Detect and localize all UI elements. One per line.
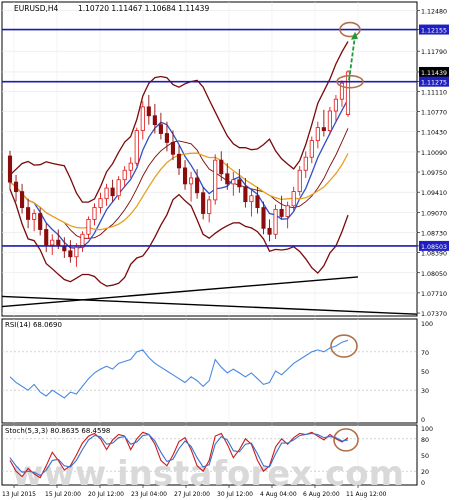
price-tick-label: 1.09070	[421, 210, 447, 217]
stoch-tick-label: 50	[421, 453, 429, 460]
price-tick-label: 1.11110	[421, 89, 447, 96]
rsi-label: RSI(14) 68.0690	[5, 321, 62, 329]
candle-body	[297, 169, 302, 192]
candle-body	[170, 142, 176, 155]
price-tick-label: 1.11439	[421, 70, 447, 77]
candle-body	[303, 156, 308, 171]
stoch-tick-label: 80	[421, 437, 429, 444]
stoch-tick-label: 0	[421, 480, 425, 487]
price-tick-label: 1.10770	[421, 110, 447, 117]
candle-body	[152, 115, 157, 126]
candle-body	[134, 130, 139, 164]
candle-body	[158, 124, 163, 134]
x-tick-label: 30 Jul 12:00	[217, 491, 253, 498]
candle-body	[237, 179, 242, 188]
candle-body	[207, 199, 212, 214]
candle-body	[122, 169, 127, 181]
ohlc-label: 1.10720 1.11467 1.10684 1.11439	[78, 4, 209, 13]
candle-body	[255, 195, 260, 208]
x-tick-label: 11 Aug 12:00	[346, 491, 387, 498]
price-tick-label: 1.12155	[421, 28, 447, 35]
price-tick-label: 1.09750	[421, 170, 447, 177]
stoch-tick-label: 100	[421, 426, 433, 433]
candle-body	[333, 98, 338, 112]
candle-body	[92, 207, 97, 220]
candle-body	[309, 140, 314, 158]
candle-body	[279, 208, 284, 217]
candle-body	[32, 213, 37, 220]
x-tick-label: 27 Jul 20:00	[174, 491, 210, 498]
x-tick-label: 23 Jul 04:00	[131, 491, 167, 498]
x-tick-label: 20 Jul 12:00	[88, 491, 124, 498]
candle-body	[327, 110, 332, 131]
price-tick-label: 1.11275	[421, 80, 447, 87]
rsi-tick-label: 0	[421, 417, 425, 424]
watermark: www.instaforex.com	[12, 454, 404, 494]
candle-body	[98, 198, 103, 208]
candle-body	[116, 179, 121, 197]
candle-body	[7, 155, 13, 183]
candle-body	[243, 186, 248, 203]
candle-body	[140, 106, 145, 131]
candle-body	[249, 195, 254, 203]
price-tick-label: 1.07710	[421, 291, 447, 298]
price-tick-label: 1.12480	[421, 8, 447, 15]
candle-body	[219, 159, 224, 175]
candle-body	[195, 177, 200, 194]
candle-body	[189, 177, 194, 185]
candle-body	[164, 133, 169, 143]
x-tick-label: 6 Aug 20:00	[303, 491, 340, 498]
candle-body	[261, 207, 266, 229]
candle-body	[231, 179, 236, 185]
price-tick-label: 1.08730	[421, 230, 447, 237]
price-tick-label: 1.11790	[421, 49, 447, 56]
candle-body	[146, 106, 151, 117]
price-tick-label: 1.09410	[421, 190, 447, 197]
forex-chart: www.instaforex.com 1.12480 1.12155 1.11790…	[0, 0, 473, 500]
candle-body	[213, 159, 218, 201]
price-tick-label: 1.07370	[421, 311, 447, 318]
symbol-label: EURUSD,H4	[14, 4, 58, 13]
price-tick-label: 1.08390	[421, 251, 447, 258]
candle-body	[273, 208, 278, 235]
x-tick-label: 15 Jul 20:00	[45, 491, 81, 498]
x-tick-label: 4 Aug 04:00	[260, 491, 297, 498]
price-tick-label: 1.08050	[421, 271, 447, 278]
candle-body	[44, 229, 49, 246]
candle-body	[74, 246, 79, 258]
candle-body	[128, 162, 133, 171]
candle-body	[38, 213, 43, 230]
rsi-panel	[1, 318, 418, 424]
candle-body	[86, 219, 91, 235]
candle-body	[110, 187, 115, 197]
candle-body	[104, 187, 109, 200]
candle-body	[62, 245, 67, 252]
candle-body	[291, 191, 296, 207]
candle-body	[285, 205, 290, 217]
candle-body	[176, 153, 182, 169]
x-tick-label: 13 Jul 2015	[2, 491, 36, 498]
candle-body	[267, 227, 272, 235]
candle-body	[225, 173, 230, 185]
stoch-tick-label: 20	[421, 469, 429, 476]
candle-body	[182, 167, 188, 185]
candle-body	[26, 207, 31, 220]
stoch-label: Stoch(5,3,3) 80.8635 68.4598	[5, 427, 110, 435]
candle-body	[315, 127, 320, 142]
rsi-tick-label: 30	[421, 388, 429, 395]
rsi-tick-label: 70	[421, 350, 429, 357]
candle-body	[13, 181, 19, 192]
candle-body	[50, 239, 55, 246]
price-tick-label: 1.10090	[421, 150, 447, 157]
candle-body	[68, 250, 73, 258]
candle-body	[321, 127, 326, 131]
candle-body	[20, 191, 25, 208]
candle-body	[201, 192, 206, 214]
rsi-tick-label: 50	[421, 369, 429, 376]
price-panel	[1, 1, 418, 317]
rsi-tick-label: 100	[421, 321, 433, 328]
price-tick-label: 1.10430	[421, 130, 447, 137]
